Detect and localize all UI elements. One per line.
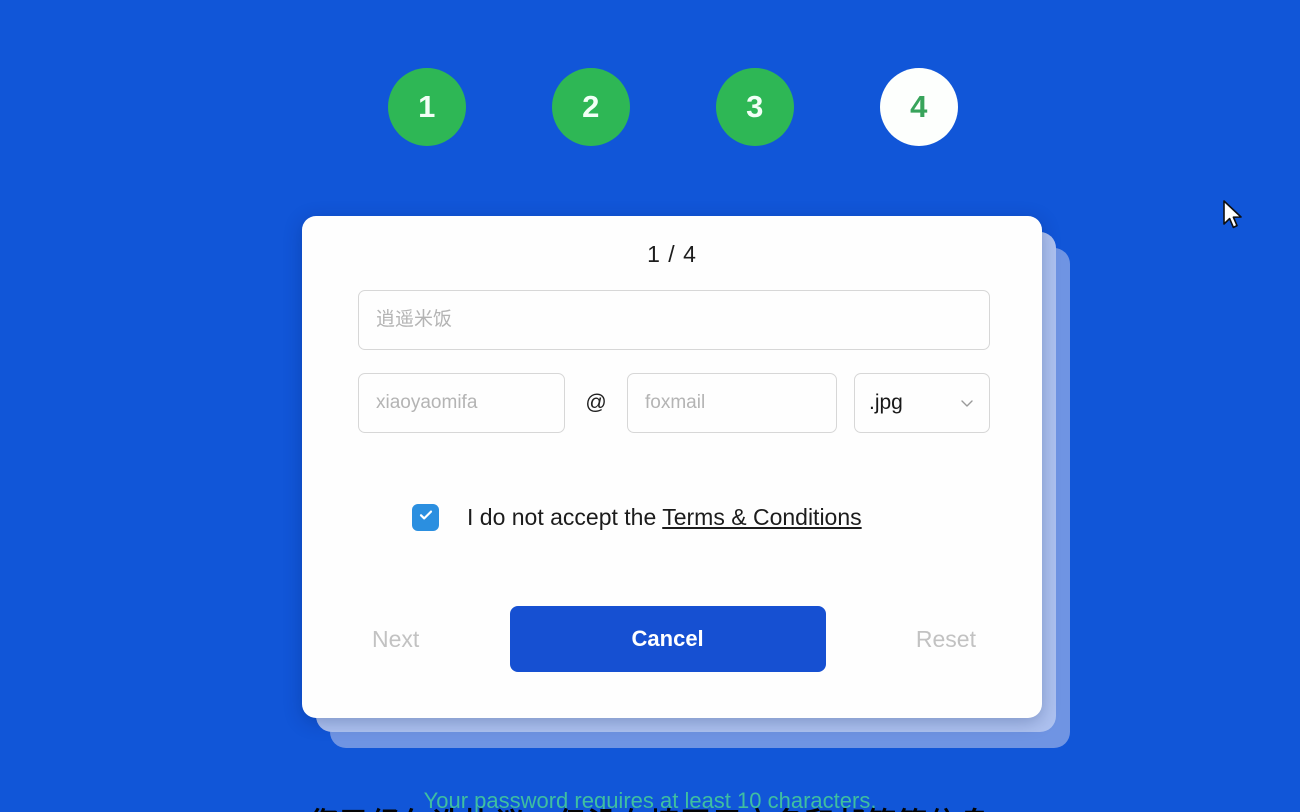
stepper-step-3[interactable]: 3 bbox=[716, 68, 794, 146]
at-symbol: @ bbox=[585, 391, 607, 414]
terms-row: I do not accept the Terms & Conditions bbox=[412, 504, 862, 531]
stepper-step-3-label: 3 bbox=[746, 89, 764, 124]
subtitle-caption: 您已经勾选协议，但没有填写用户名和邮箱等信息 bbox=[0, 800, 1300, 812]
extension-select-value: .jpg bbox=[869, 391, 903, 414]
terms-and-conditions-link[interactable]: Terms & Conditions bbox=[662, 504, 861, 530]
terms-checkbox[interactable] bbox=[412, 504, 439, 531]
stepper-step-1[interactable]: 1 bbox=[388, 68, 466, 146]
card-actions: Next Cancel Reset bbox=[358, 606, 990, 672]
stepper: 1 2 3 4 bbox=[388, 68, 958, 146]
card-title: 1 / 4 bbox=[647, 241, 697, 267]
terms-text: I do not accept the bbox=[467, 504, 663, 530]
name-input[interactable] bbox=[358, 290, 990, 350]
stepper-step-2-label: 2 bbox=[582, 89, 600, 124]
name-field-row bbox=[358, 290, 990, 350]
email-local-input[interactable] bbox=[358, 373, 565, 433]
extension-select[interactable]: .jpg bbox=[854, 373, 990, 433]
cancel-button[interactable]: Cancel bbox=[509, 606, 826, 672]
email-field-row: @ .jpg bbox=[358, 373, 990, 433]
stepper-step-4-label: 4 bbox=[910, 89, 928, 124]
mouse-pointer-icon bbox=[1222, 200, 1244, 232]
email-domain-input[interactable] bbox=[627, 373, 837, 433]
stepper-step-2[interactable]: 2 bbox=[552, 68, 630, 146]
app-stage: 1 2 3 4 1 / 4 @ .jpg bbox=[0, 0, 1300, 812]
chevron-down-icon bbox=[959, 395, 975, 411]
next-button[interactable]: Next bbox=[358, 616, 433, 663]
check-icon bbox=[417, 506, 435, 529]
form-card: 1 / 4 @ .jpg bbox=[302, 216, 1042, 718]
terms-label: I do not accept the Terms & Conditions bbox=[467, 504, 862, 531]
reset-button[interactable]: Reset bbox=[902, 616, 990, 663]
stepper-step-4[interactable]: 4 bbox=[880, 68, 958, 146]
stepper-step-1-label: 1 bbox=[418, 89, 436, 124]
